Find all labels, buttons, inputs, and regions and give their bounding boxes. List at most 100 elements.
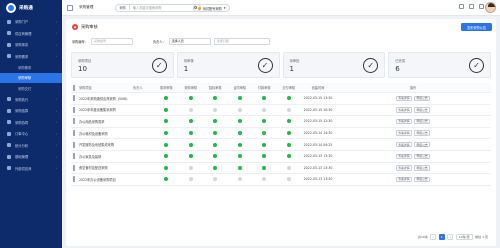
row-checkbox[interactable] — [73, 130, 75, 137]
sidebar-item[interactable]: 统计分析 › — [0, 140, 62, 152]
search-input[interactable]: 输入关键字搜索采购 — [130, 5, 194, 10]
page-number[interactable]: 1 — [438, 234, 445, 240]
chevron-icon: › — [55, 31, 57, 36]
table-row[interactable]: 办公用品采购需求 2022-03-15 12:30 查看详情 申报公告 — [71, 116, 491, 128]
view-detail-button[interactable]: 查看详情 — [395, 153, 412, 160]
sidebar-item[interactable]: 外部供应商 › — [0, 163, 62, 175]
view-detail-button[interactable]: 查看详情 — [395, 141, 412, 148]
code-input[interactable]: 采购编号 — [90, 38, 133, 45]
project-name[interactable]: 食堂食材及配送采购 — [79, 165, 133, 170]
card-value: 10 — [78, 65, 87, 73]
row-checkbox[interactable] — [73, 153, 75, 160]
announce-button[interactable]: 申报公告 — [414, 130, 431, 136]
sidebar-item[interactable]: 采购需求 — [0, 62, 62, 73]
view-detail-button[interactable]: 查看详情 — [395, 118, 412, 125]
app-logo[interactable]: 采购通 — [0, 0, 62, 16]
select-all-checkbox[interactable] — [73, 84, 75, 91]
announce-button[interactable]: 申报公告 — [414, 165, 431, 171]
status-dot — [237, 96, 242, 101]
summary-card[interactable]: 待审批 1 ✓ — [282, 52, 386, 78]
tenant-switcher[interactable]: 测试账号采购 ▾ — [193, 4, 230, 12]
table-row[interactable]: 办公家具及装修 2022-03-13 13:30 查看详情 申报公告 — [71, 151, 491, 163]
project-name[interactable]: 办公家具及装修 — [79, 154, 133, 159]
view-detail-button[interactable]: 查看详情 — [395, 107, 412, 113]
status-dot — [286, 142, 291, 147]
message-icon[interactable] — [459, 4, 464, 9]
row-checkbox[interactable] — [73, 141, 75, 148]
sidebar-item[interactable]: 采购需求 › — [0, 51, 62, 63]
date-picker[interactable]: 选择日期 — [213, 38, 270, 45]
next-page-icon[interactable]: › — [447, 234, 454, 240]
table-row[interactable]: 2022年年度设备集采采购 2022-03-15 10:30 查看详情 申报公告 — [71, 105, 491, 117]
row-checkbox[interactable] — [73, 118, 75, 125]
publish-announcement-button[interactable]: 发布采购公告 — [461, 23, 492, 31]
announce-button[interactable]: 申报公告 — [414, 141, 431, 148]
sidebar-item[interactable]: 采购审核 — [0, 72, 62, 83]
summary-card[interactable]: 已完成 6 ✓ — [388, 52, 491, 78]
settings-icon[interactable] — [479, 4, 484, 9]
project-name[interactable]: 开发服务及系统集成采购 — [79, 142, 133, 147]
search-scope-select[interactable]: 采购 — [116, 5, 130, 10]
announce-button[interactable]: 申报公告 — [414, 95, 431, 102]
project-name[interactable]: 2022年年度设备集采采购 — [79, 107, 133, 112]
view-detail-button[interactable]: 查看详情 — [395, 176, 412, 183]
sidebar-item[interactable]: 采购事务 › — [0, 39, 62, 51]
row-checkbox[interactable] — [73, 164, 75, 171]
created-at: 2022-03-13 13:30 — [303, 154, 333, 159]
chevron-icon: › — [55, 54, 57, 59]
created-at: 2022-03-13 13:30 — [303, 165, 333, 170]
announce-button[interactable]: 申报公告 — [414, 107, 431, 113]
sidebar-item[interactable]: 基础管理 › — [0, 151, 62, 163]
prev-page-icon[interactable]: ‹ — [430, 234, 437, 240]
card-value: 6 — [395, 65, 400, 73]
row-checkbox[interactable] — [73, 106, 75, 113]
logo-icon — [6, 3, 16, 13]
card-label: 待审批 — [289, 59, 300, 63]
view-detail-button[interactable]: 查看详情 — [395, 95, 412, 102]
breadcrumb: 采购管理 — [79, 5, 94, 9]
sidebar-item[interactable]: 采购执行 › — [0, 94, 62, 106]
status-dot — [164, 154, 169, 159]
summary-card[interactable]: 待审核 1 ✓ — [176, 52, 280, 78]
avatar[interactable] — [485, 2, 496, 13]
announce-button[interactable]: 申报公告 — [414, 118, 431, 125]
menu-icon — [7, 166, 11, 171]
project-name[interactable]: 2022年采购通供应商采购（50W） — [79, 96, 133, 101]
table-row[interactable]: 食堂食材及配送采购 2022-03-13 13:30 查看详情 申报公告 — [71, 163, 491, 175]
announce-button[interactable]: 申报公告 — [414, 153, 431, 160]
menu-icon — [7, 108, 11, 113]
summary-card[interactable]: 采购项目 10 ✓ — [71, 52, 174, 78]
announce-button[interactable]: 申报公告 — [414, 176, 431, 183]
project-name[interactable]: 办公耗材及设备采购 — [79, 131, 133, 136]
col-header: 招标审核 — [208, 86, 222, 90]
view-detail-button[interactable]: 查看详情 — [395, 165, 412, 171]
main-panel: ◉ 采购审核 发布采购公告 采购编号： 采购编号 负责人： 选择人员 选择日期 … — [66, 19, 496, 246]
status-dot — [262, 177, 267, 182]
table-row[interactable]: 办公耗材及设备采购 2022-03-14 14:30 查看详情 申报公告 — [71, 128, 491, 140]
table-row[interactable]: 开发服务及系统集成采购 2022-03-14 09:25 查看详情 申报公告 — [71, 139, 491, 151]
table-row[interactable]: 2022年办公设备采购项目 2022-03-13 13:30 查看详情 申报公告 — [71, 174, 491, 186]
sidebar-item[interactable]: 采购协同 › — [0, 117, 62, 129]
sidebar-item[interactable]: 采购交付 — [0, 83, 62, 94]
view-detail-button[interactable]: 查看详情 — [395, 130, 412, 136]
owner-select[interactable]: 选择人员 — [168, 38, 211, 45]
page-size-select[interactable]: 10条/页 — [455, 234, 473, 240]
notification-icon[interactable] — [469, 4, 474, 9]
search-bar[interactable]: 采购 输入关键字搜索采购 — [115, 3, 202, 12]
sidebar-item[interactable]: 订单中心 › — [0, 128, 62, 140]
sidebar-item[interactable]: 采购结算 › — [0, 105, 62, 117]
status-dot — [237, 177, 242, 182]
goto-page[interactable]: 前往 1 页 — [475, 235, 488, 239]
col-header: 创建时间 — [311, 86, 325, 90]
menu-toggle-icon[interactable] — [67, 4, 73, 11]
table-row[interactable]: 2022年采购通供应商采购（50W） 2022-03-15 13:30 查看详情 申报… — [71, 93, 491, 105]
sidebar-item[interactable]: 供应商管理 › — [0, 28, 62, 40]
project-name[interactable]: 办公用品采购需求 — [79, 119, 133, 124]
row-checkbox[interactable] — [73, 176, 75, 183]
app-name: 采购通 — [19, 6, 33, 11]
sidebar-item[interactable]: 采购门户 › — [0, 16, 62, 28]
row-checkbox[interactable] — [73, 95, 75, 102]
project-name[interactable]: 2022年办公设备采购项目 — [79, 177, 133, 182]
card-label: 已完成 — [395, 59, 406, 63]
check-circle-icon: ✓ — [257, 58, 273, 73]
